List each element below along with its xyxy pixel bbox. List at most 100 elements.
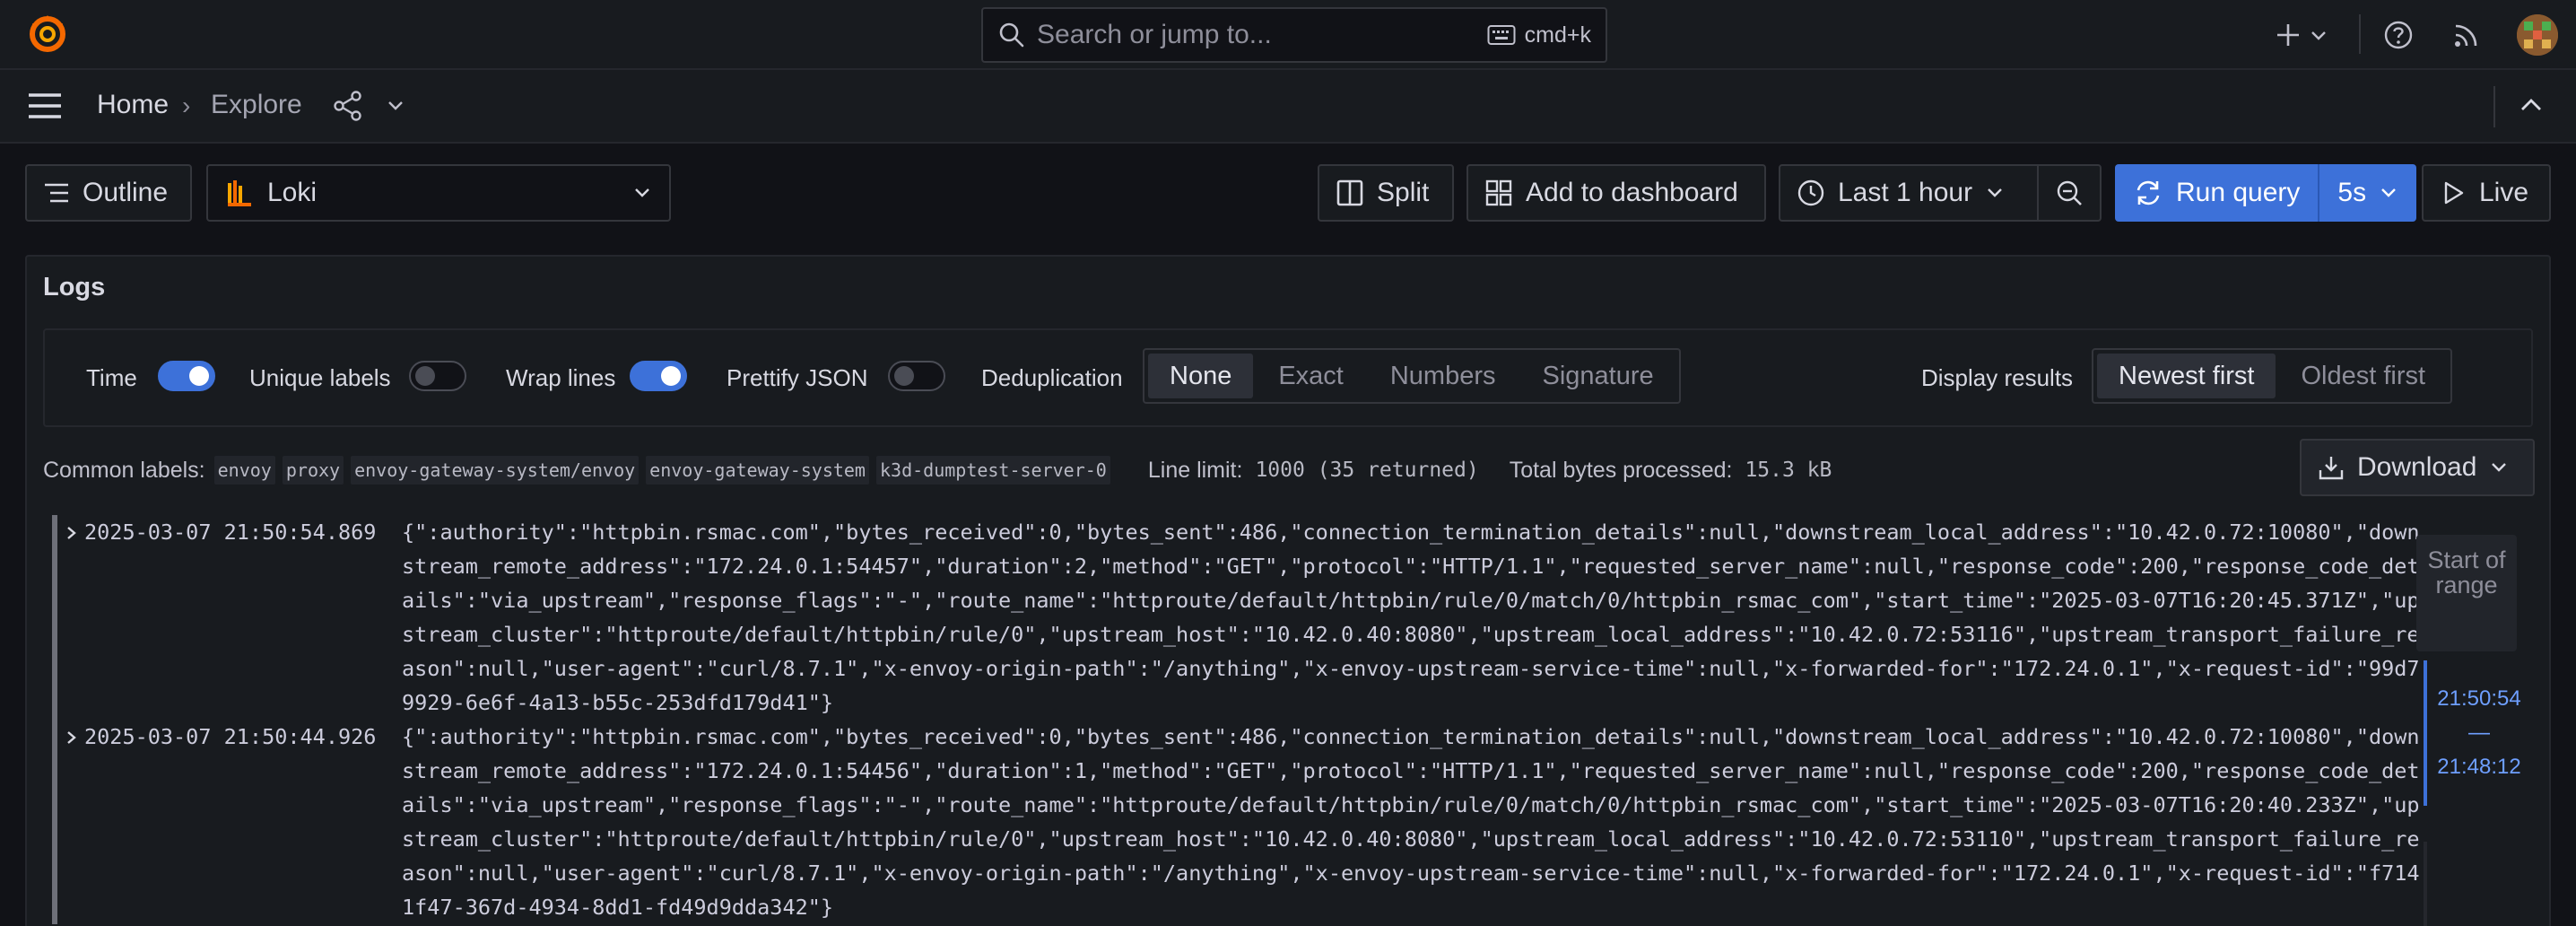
line-limit-label: Line limit: [1147, 457, 1243, 483]
breadcrumb-separator: › [182, 92, 191, 119]
breadcrumb-home[interactable]: Home [97, 90, 169, 120]
avatar-image [2517, 14, 2558, 56]
refresh-interval-label: 5s [2337, 178, 2367, 207]
nav-bar: Home › Explore [0, 70, 2576, 144]
outline-button[interactable]: Outline [25, 164, 192, 222]
new-menu-button[interactable] [2275, 16, 2328, 54]
chevron-right-icon[interactable] [65, 524, 79, 542]
shortcut-text: cmd+k [1524, 22, 1591, 48]
grafana-logo-icon[interactable] [27, 13, 68, 54]
prettify-json-toggle[interactable] [888, 361, 945, 391]
log-line: {":authority":"httpbin.rsmac.com","bytes… [402, 520, 2420, 715]
range-dash: — [2468, 721, 2490, 745]
chevron-down-icon [635, 188, 649, 197]
chevron-right-icon[interactable] [65, 729, 79, 747]
live-button[interactable]: Live [2422, 164, 2551, 222]
datasource-picker[interactable]: Loki [206, 164, 671, 222]
datasource-name: Loki [267, 178, 318, 207]
common-label-chip: k3d-dumptest-server-0 [875, 456, 1110, 485]
logs-options-bar: Time Unique labels Wrap lines Prettify J… [43, 328, 2533, 427]
bytes-processed-value: 15.3 kB [1745, 459, 1832, 482]
panel-title: Logs [43, 273, 106, 301]
zoom-out-button[interactable] [2037, 164, 2102, 222]
live-label: Live [2479, 178, 2529, 207]
sort-option-newest[interactable]: Newest first [2097, 354, 2276, 398]
range-to-time: 21:50:54 [2437, 686, 2521, 711]
display-results-label: Display results [1921, 364, 2074, 391]
chevron-up-icon[interactable] [2519, 95, 2544, 115]
help-button[interactable] [2383, 16, 2414, 54]
refresh-interval-picker[interactable]: 5s [2318, 164, 2417, 222]
logs-meta-row: Common labels: envoy proxy envoy-gateway… [43, 452, 1832, 488]
menu-icon[interactable] [27, 90, 63, 122]
chevron-down-icon[interactable] [386, 97, 405, 115]
time-toggle[interactable] [158, 361, 215, 391]
range-indicator [2424, 660, 2427, 806]
rss-icon [2455, 24, 2477, 47]
toggle-knob [894, 366, 914, 386]
chevron-down-icon [1988, 188, 2002, 197]
run-query-label: Run query [2176, 178, 2301, 207]
time-range-picker[interactable]: Last 1 hour [1779, 164, 2039, 222]
search-shortcut: cmd+k [1487, 22, 1591, 48]
news-button[interactable] [2452, 16, 2481, 54]
clock-icon [1797, 179, 1824, 206]
run-query-button[interactable]: Run query [2115, 164, 2319, 222]
download-label: Download [2357, 452, 2477, 482]
unique-labels-toggle[interactable] [409, 361, 466, 391]
refresh-icon [2137, 180, 2160, 205]
dedup-option-numbers[interactable]: Numbers [1369, 354, 1518, 398]
play-icon [2444, 181, 2464, 205]
log-timestamp: 2025-03-07 21:50:54.869 [84, 520, 377, 545]
time-range-label: Last 1 hour [1838, 178, 1973, 207]
plus-icon [2277, 24, 2299, 46]
split-label: Split [1377, 178, 1430, 207]
chevron-down-icon [2311, 31, 2326, 40]
avatar[interactable] [2517, 14, 2558, 56]
help-icon [2384, 21, 2413, 49]
log-row[interactable]: 2025-03-07 21:50:54.869 {":authority":"h… [27, 515, 2431, 720]
add-to-dashboard-button[interactable]: Add to dashboard [1466, 164, 1766, 222]
download-button[interactable]: Download [2300, 439, 2535, 496]
dedup-option-signature[interactable]: Signature [1521, 354, 1675, 398]
display-results-selector: Newest first Oldest first [2092, 348, 2453, 404]
search-placeholder: Search or jump to... [1037, 20, 1272, 49]
line-limit-value: 1000 (35 returned) [1255, 459, 1479, 482]
dedup-option-exact[interactable]: Exact [1257, 354, 1365, 398]
share-icon[interactable] [332, 90, 364, 122]
split-icon [1336, 179, 1363, 206]
unique-labels-toggle-label: Unique labels [249, 364, 391, 391]
wrap-lines-toggle[interactable] [630, 361, 687, 391]
log-row[interactable]: 2025-03-07 21:50:44.926 {":authority":"h… [27, 720, 2431, 924]
common-label-chip: envoy-gateway-system [646, 456, 869, 485]
dedup-option-none[interactable]: None [1148, 354, 1254, 398]
common-label-chip: envoy-gateway-system/envoy [351, 456, 640, 485]
log-rows: 2025-03-07 21:50:54.869 {":authority":"h… [27, 515, 2431, 926]
split-button[interactable]: Split [1318, 164, 1454, 222]
chevron-down-icon [2492, 463, 2507, 472]
start-of-range-button[interactable]: Start of range [2416, 535, 2517, 651]
add-to-dashboard-label: Add to dashboard [1526, 178, 1738, 207]
toggle-knob [661, 366, 681, 386]
run-query-group: Run query 5s [2115, 164, 2417, 222]
search-icon [999, 22, 1024, 48]
time-toggle-label: Time [86, 364, 137, 391]
wrap-lines-toggle-label: Wrap lines [506, 364, 616, 391]
logs-panel: Logs Time Unique labels Wrap lines Prett… [25, 255, 2551, 926]
navbar-divider [2493, 86, 2495, 127]
range-indicator-faint [2424, 842, 2427, 926]
outline-icon [45, 183, 68, 203]
range-from-time: 21:48:12 [2437, 755, 2521, 779]
start-of-range-label: Start of range [2427, 546, 2506, 598]
deduplication-selector: None Exact Numbers Signature [1143, 348, 1681, 404]
prettify-json-toggle-label: Prettify JSON [727, 364, 868, 391]
sort-option-oldest[interactable]: Oldest first [2279, 354, 2447, 398]
zoom-out-icon [2057, 180, 2082, 205]
loki-icon [228, 180, 251, 206]
log-line: {":authority":"httpbin.rsmac.com","bytes… [402, 724, 2420, 920]
search-bar[interactable]: Search or jump to... cmd+k [981, 7, 1607, 63]
download-icon [2319, 457, 2344, 480]
deduplication-label: Deduplication [981, 364, 1123, 391]
range-times[interactable]: 21:50:54 — 21:48:12 [2434, 682, 2524, 784]
log-timestamp: 2025-03-07 21:50:44.926 [84, 724, 377, 749]
